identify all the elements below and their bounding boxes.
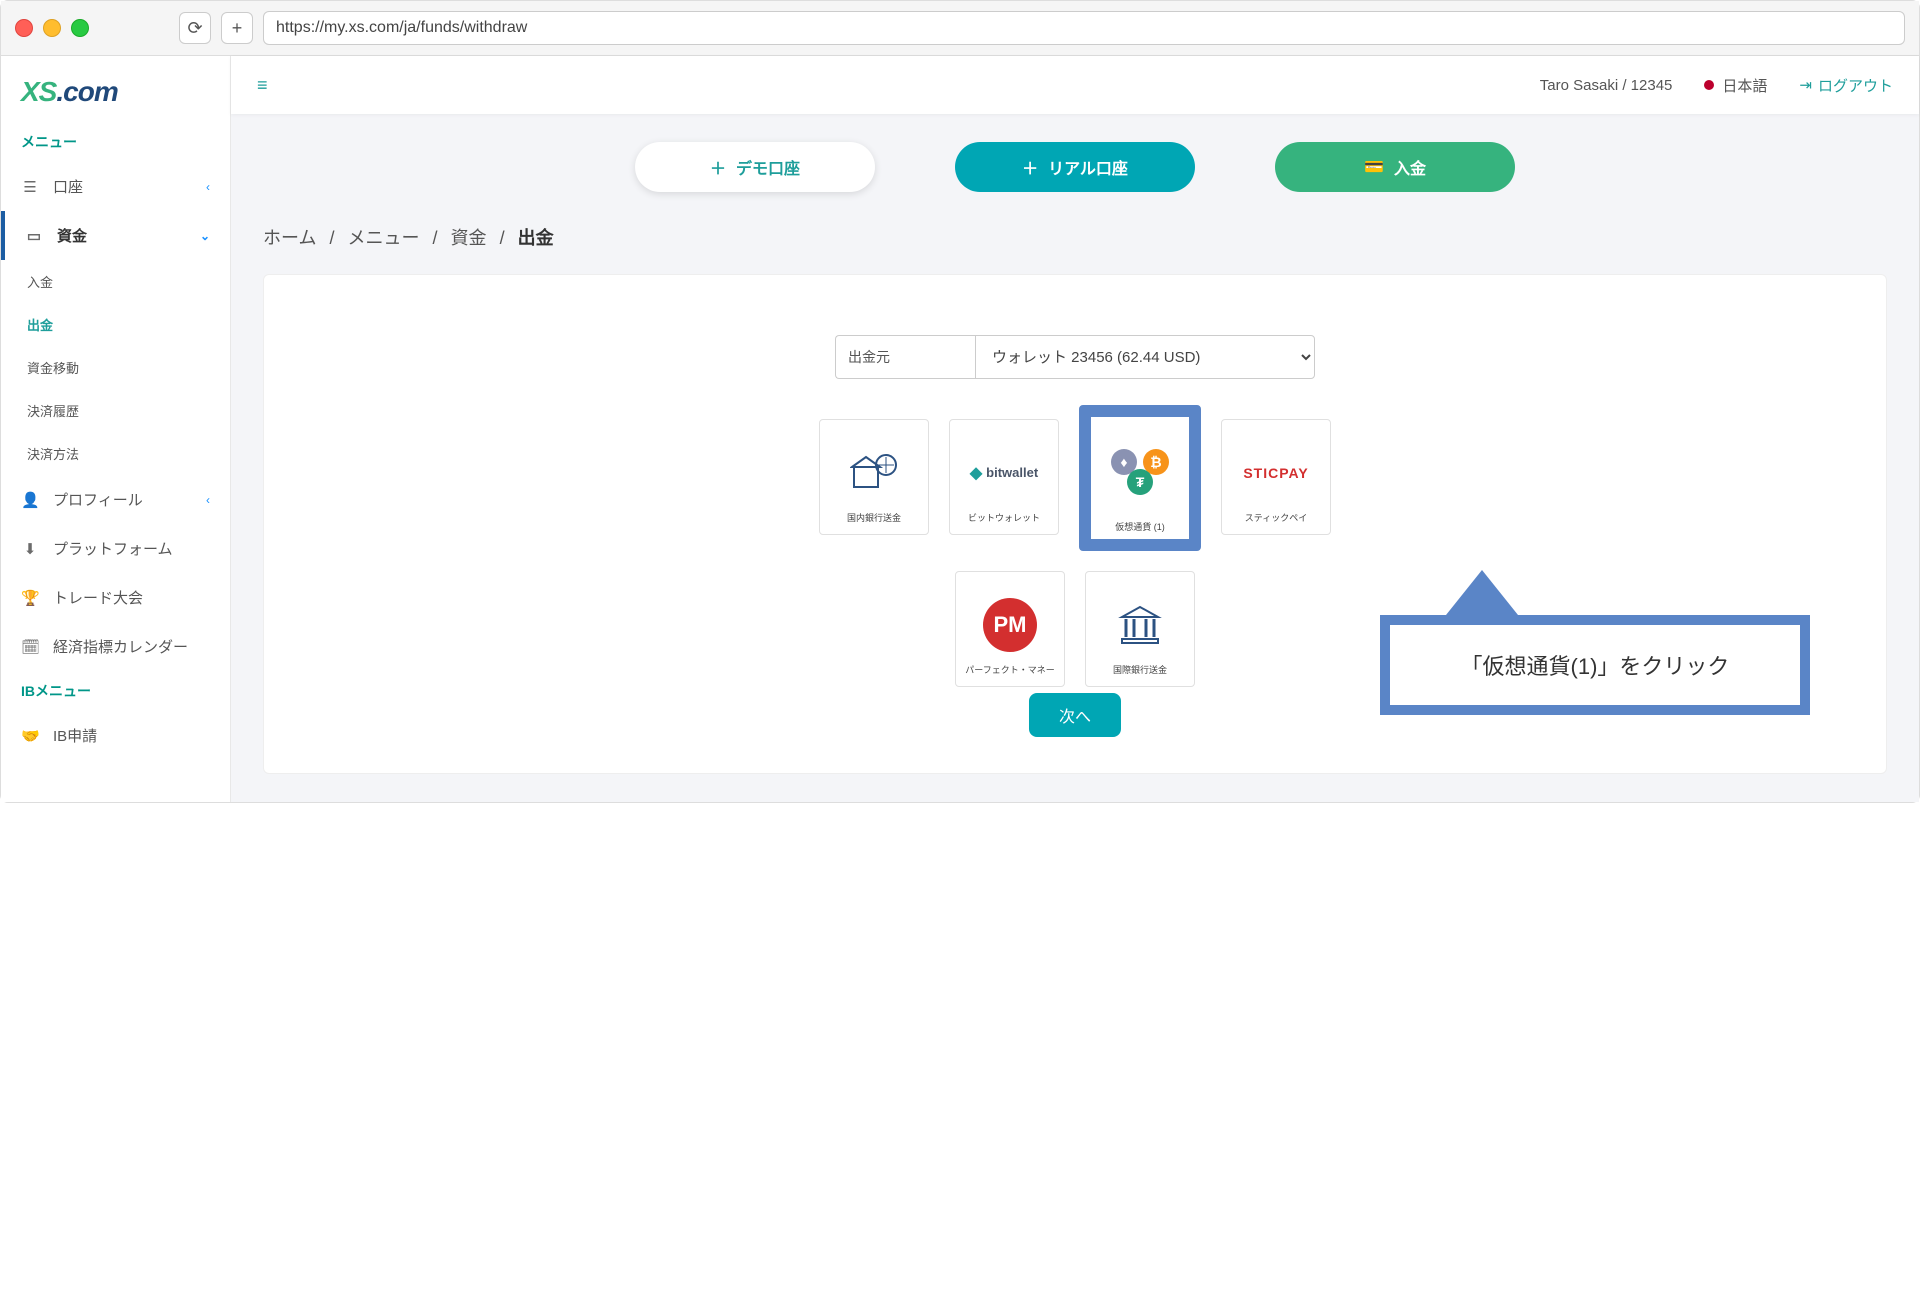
button-label: リアル口座 (1048, 155, 1128, 179)
button-label: デモ口座 (736, 155, 800, 179)
tether-icon: ₮ (1127, 469, 1153, 495)
sidebar-sub-history[interactable]: 決済履歴 (1, 389, 230, 432)
method-domestic-bank[interactable]: 国内銀行送金 (819, 419, 929, 535)
sidebar-item-platform[interactable]: ⬇ プラットフォーム (1, 524, 230, 573)
maximize-window-icon[interactable] (71, 19, 89, 37)
japan-flag-icon (1704, 80, 1714, 90)
logo-part1: XS (21, 76, 56, 107)
sidebar-item-label: 口座 (53, 176, 83, 197)
language-selector[interactable]: 日本語 (1704, 75, 1767, 96)
trophy-icon: 🏆 (21, 589, 39, 607)
breadcrumb-home[interactable]: ホーム (263, 228, 316, 248)
sidebar-item-account[interactable]: ☰ 口座 ‹ (1, 162, 230, 211)
instruction-callout: 「仮想通貨(1)」をクリック (1380, 615, 1810, 715)
ib-menu-section-title: IBメニュー (1, 671, 230, 711)
breadcrumb-sep: / (433, 228, 438, 248)
sidebar-item-label: 経済指標カレンダー (53, 636, 188, 657)
next-button[interactable]: 次へ (1029, 693, 1121, 737)
source-label: 出金元 (835, 335, 975, 379)
withdraw-panel: 出金元 ウォレット 23456 (62.44 USD) (263, 274, 1887, 774)
method-label: 仮想通貨 (1) (1115, 520, 1165, 533)
url-input[interactable] (263, 11, 1905, 45)
logout-icon: ⇥ (1799, 76, 1812, 94)
method-label: パーフェクト・マネー (965, 663, 1054, 676)
sidebar-sub-transfer[interactable]: 資金移動 (1, 346, 230, 389)
sidebar-item-trade-contest[interactable]: 🏆 トレード大会 (1, 573, 230, 622)
chevron-left-icon: ‹ (206, 493, 210, 507)
download-icon: ⬇ (21, 540, 39, 558)
method-perfect-money[interactable]: PM パーフェクト・マネー (955, 571, 1065, 687)
method-bitwallet[interactable]: ◆ bitwallet ビットウォレット (949, 419, 1059, 535)
logo: XS.com (1, 66, 230, 122)
sidebar-item-label: IB申請 (53, 725, 97, 746)
action-buttons-row: ＋ デモ口座 ＋ リアル口座 💳 入金 (263, 142, 1887, 192)
user-info: Taro Sasaki / 12345 (1540, 77, 1673, 94)
bitwallet-logo-icon: ◆ bitwallet (970, 463, 1038, 483)
user-icon: 👤 (21, 491, 39, 509)
crypto-icons: ♦ ₿ ₮ (1105, 449, 1175, 499)
real-account-button[interactable]: ＋ リアル口座 (955, 142, 1195, 192)
sidebar-item-label: プロフィール (53, 489, 143, 510)
breadcrumb-menu[interactable]: メニュー (348, 228, 420, 248)
wallet-icon: ▭ (25, 227, 43, 245)
list-icon: ☰ (21, 178, 39, 196)
sidebar-item-economic-calendar[interactable]: 🗓 経済指標カレンダー (1, 622, 230, 671)
logout-button[interactable]: ⇥ ログアウト (1799, 75, 1893, 96)
sidebar-item-profile[interactable]: 👤 プロフィール ‹ (1, 475, 230, 524)
breadcrumb-sep: / (500, 228, 505, 248)
breadcrumb-sep: / (329, 228, 334, 248)
demo-account-button[interactable]: ＋ デモ口座 (635, 142, 875, 192)
chevron-down-icon: ⌄ (200, 229, 210, 243)
callout-text: 「仮想通貨(1)」をクリック (1461, 654, 1730, 679)
bank-transfer-icon (850, 453, 898, 493)
method-label: ビットウォレット (968, 511, 1040, 524)
withdraw-source-row: 出金元 ウォレット 23456 (62.44 USD) (304, 335, 1846, 379)
minimize-window-icon[interactable] (43, 19, 61, 37)
sidebar-item-label: プラットフォーム (53, 538, 173, 559)
sidebar-item-ib-apply[interactable]: 🤝 IB申請 (1, 711, 230, 760)
card-icon: 💳 (1364, 157, 1384, 177)
sidebar-item-funds[interactable]: ▭ 資金 ⌄ (1, 211, 230, 260)
method-label: 国内銀行送金 (847, 511, 901, 524)
topbar: ≡ Taro Sasaki / 12345 日本語 ⇥ ログアウト (231, 56, 1919, 114)
main: ≡ Taro Sasaki / 12345 日本語 ⇥ ログアウト ＋ デモ口座 (231, 56, 1919, 802)
source-select[interactable]: ウォレット 23456 (62.44 USD) (975, 335, 1315, 379)
bank-icon (1118, 605, 1162, 645)
hamburger-icon[interactable]: ≡ (257, 75, 268, 96)
plus-icon: ＋ (710, 155, 726, 179)
new-tab-button[interactable]: + (221, 12, 253, 44)
sticpay-logo-icon: STICPAY (1243, 465, 1308, 481)
breadcrumb-current: 出金 (518, 228, 554, 248)
language-label: 日本語 (1722, 75, 1767, 96)
breadcrumb: ホーム / メニュー / 資金 / 出金 (263, 224, 1887, 250)
browser-chrome: ⟳ + (1, 1, 1919, 56)
logo-part2: .com (56, 76, 117, 107)
plus-icon: ＋ (1022, 155, 1038, 179)
method-label: スティックペイ (1245, 511, 1307, 524)
deposit-button[interactable]: 💳 入金 (1275, 142, 1515, 192)
button-label: 入金 (1394, 155, 1426, 179)
window-controls (15, 19, 89, 37)
calendar-icon: 🗓 (21, 638, 39, 656)
reload-button[interactable]: ⟳ (179, 12, 211, 44)
handshake-icon: 🤝 (21, 727, 39, 745)
method-sticpay[interactable]: STICPAY スティックペイ (1221, 419, 1331, 535)
chevron-left-icon: ‹ (206, 180, 210, 194)
sidebar-sub-withdraw[interactable]: 出金 (1, 303, 230, 346)
sidebar-sub-deposit[interactable]: 入金 (1, 260, 230, 303)
logout-label: ログアウト (1818, 75, 1893, 96)
perfect-money-icon: PM (983, 598, 1037, 652)
menu-section-title: メニュー (1, 122, 230, 162)
breadcrumb-funds[interactable]: 資金 (451, 228, 487, 248)
sidebar: XS.com メニュー ☰ 口座 ‹ ▭ 資金 ⌄ 入金 出金 資金移動 決済履… (1, 56, 231, 802)
callout-arrow-icon (1442, 570, 1522, 620)
sidebar-item-label: トレード大会 (53, 587, 143, 608)
sidebar-sub-methods[interactable]: 決済方法 (1, 432, 230, 475)
method-label: 国際銀行送金 (1113, 663, 1167, 676)
method-crypto[interactable]: ♦ ₿ ₮ 仮想通貨 (1) (1079, 405, 1201, 551)
sidebar-item-label: 資金 (57, 225, 87, 246)
close-window-icon[interactable] (15, 19, 33, 37)
method-international-bank[interactable]: 国際銀行送金 (1085, 571, 1195, 687)
